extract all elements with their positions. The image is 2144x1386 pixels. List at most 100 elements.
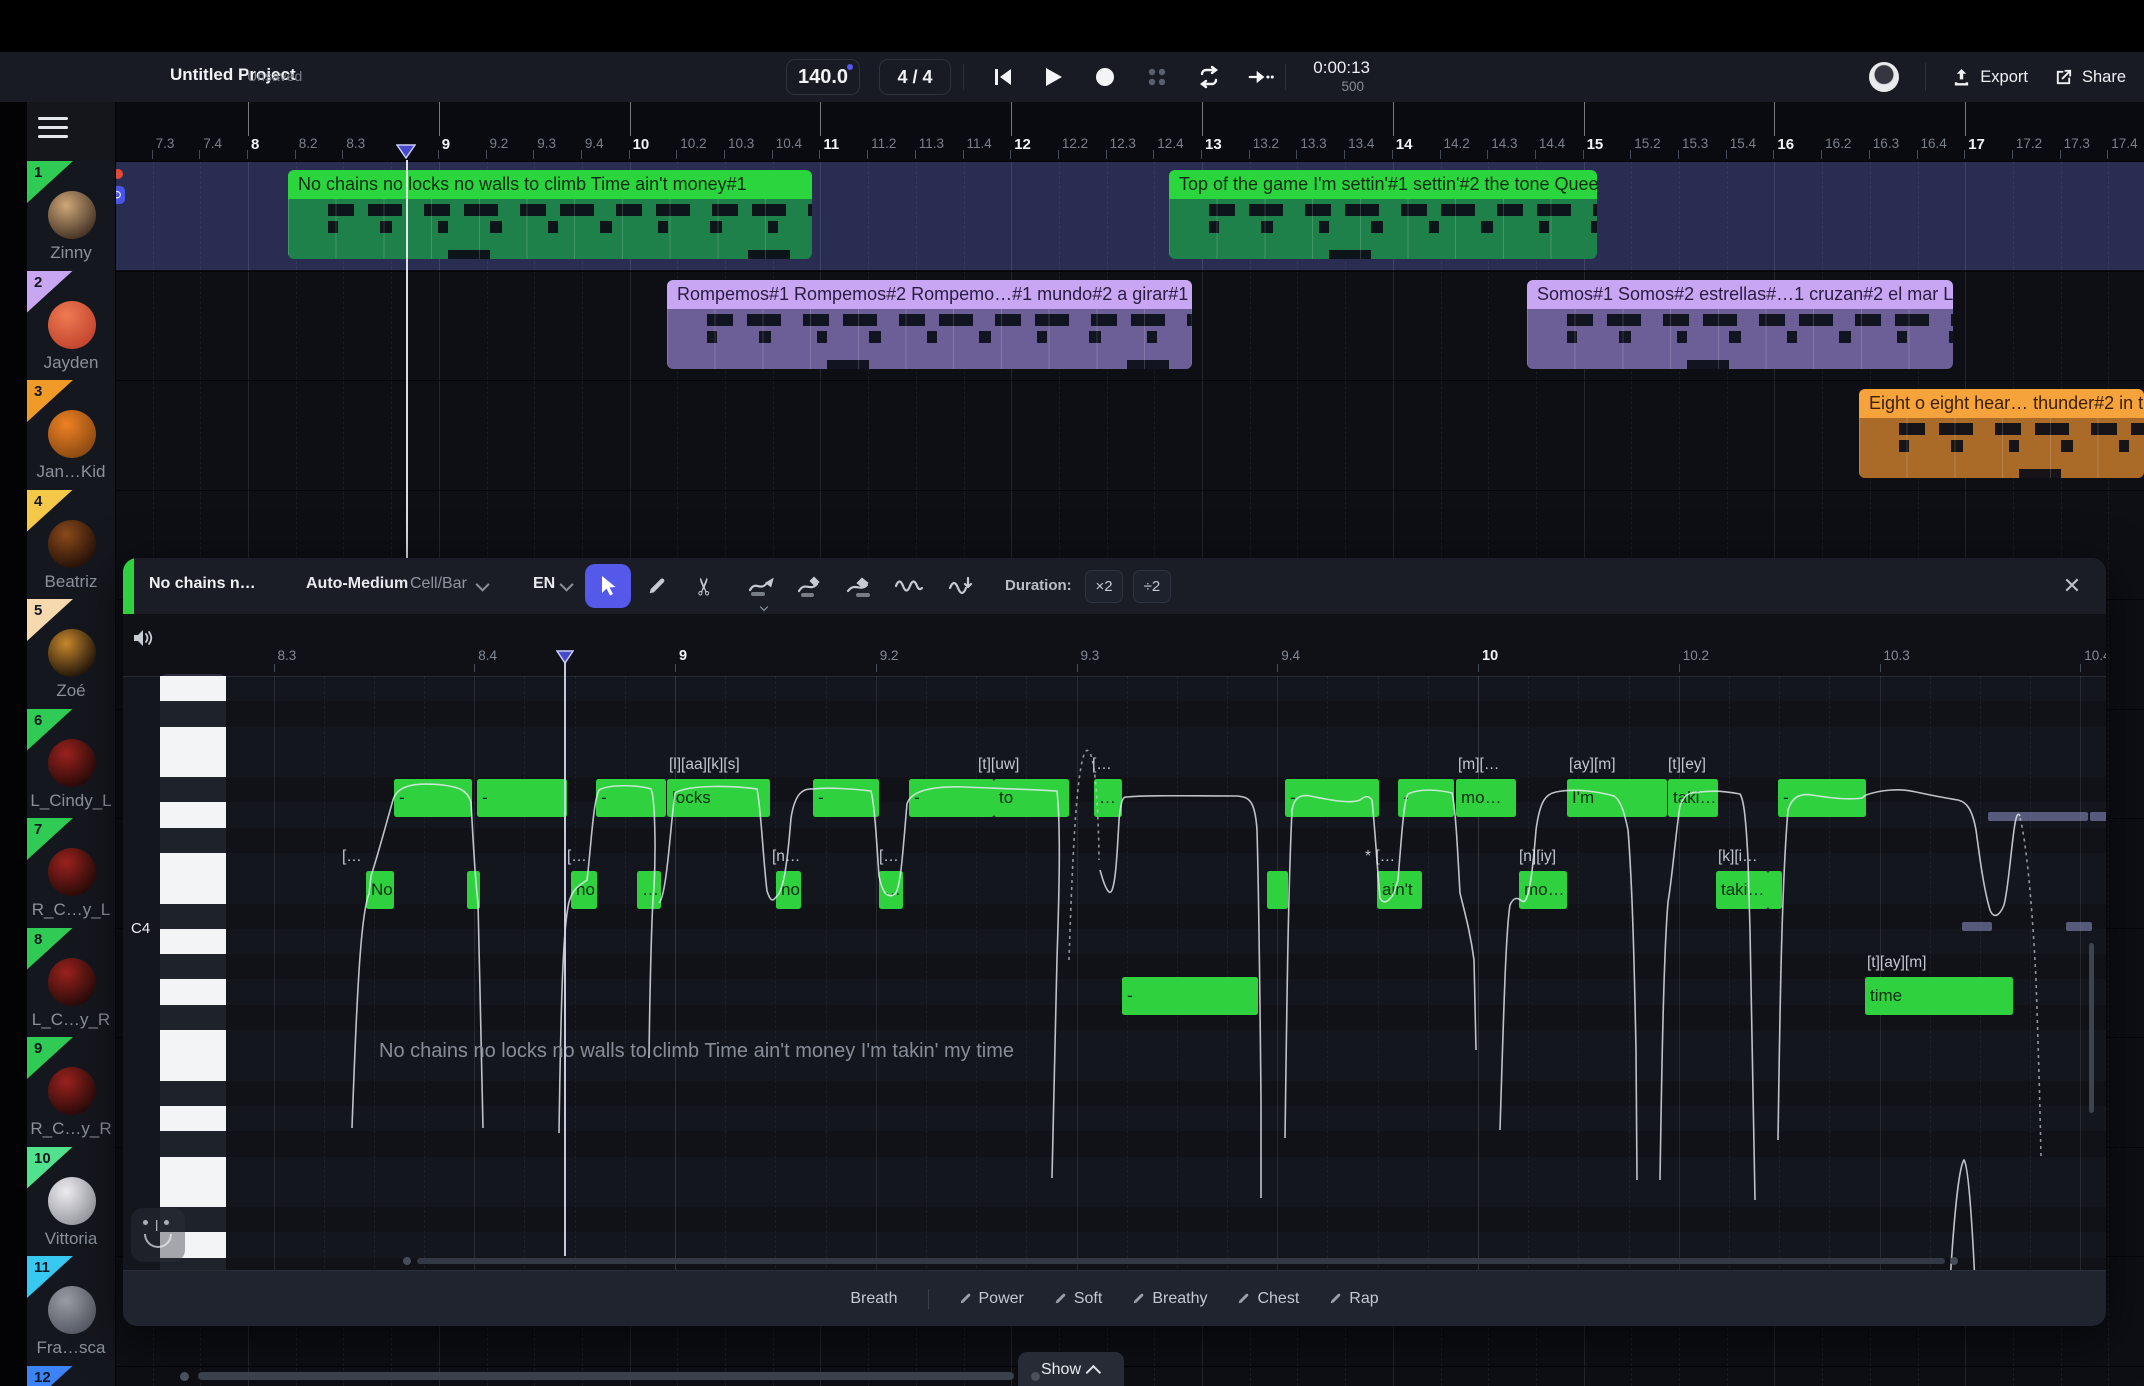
black-key[interactable] — [160, 904, 226, 929]
editor-vscrollbar[interactable] — [2089, 943, 2094, 1113]
singer-avatar[interactable] — [48, 848, 96, 896]
note[interactable]: I'm — [1567, 779, 1667, 817]
white-key[interactable] — [160, 752, 226, 778]
style-button-chest[interactable]: Chest — [1237, 1290, 1299, 1308]
editor-playhead-handle[interactable] — [556, 650, 574, 664]
note[interactable]: to — [994, 779, 1069, 817]
black-key[interactable] — [160, 828, 226, 853]
note[interactable]: - — [596, 779, 666, 817]
note[interactable]: No — [366, 871, 394, 909]
singer-avatar[interactable] — [48, 958, 96, 1006]
note[interactable]: - — [477, 779, 567, 817]
piano-keys[interactable] — [160, 676, 226, 1283]
lyric-sentence[interactable]: No chains no locks no walls to climb Tim… — [379, 1040, 1014, 1063]
white-key[interactable] — [160, 878, 226, 904]
singer-avatar[interactable] — [48, 191, 96, 239]
style-button-rap[interactable]: Rap — [1329, 1290, 1378, 1308]
timeline-clip[interactable]: No chains no locks no walls to climb Tim… — [288, 170, 812, 259]
white-key[interactable] — [160, 1030, 226, 1056]
white-key[interactable] — [160, 853, 226, 879]
sing-mode-sub[interactable]: Cell/Bar — [410, 575, 467, 593]
scissors-tool-button[interactable]: ✂ — [691, 572, 719, 600]
note[interactable]: … — [1094, 779, 1122, 817]
track-header[interactable]: 10Vittoria — [27, 1147, 115, 1258]
track-header[interactable]: 12 — [27, 1366, 115, 1386]
white-key[interactable] — [160, 727, 226, 753]
note[interactable]: - — [1285, 779, 1379, 817]
tempo-box[interactable]: 140.0 — [786, 59, 860, 95]
timeline-playhead-handle[interactable] — [396, 144, 416, 159]
editor-hscrollbar[interactable] — [403, 1256, 1958, 1266]
loop-button[interactable] — [1196, 65, 1222, 89]
white-key[interactable] — [160, 1055, 226, 1081]
black-key[interactable] — [160, 701, 226, 726]
track-header[interactable]: 2Jayden — [27, 271, 115, 382]
black-key[interactable] — [160, 1131, 226, 1156]
note[interactable] — [1267, 871, 1288, 909]
duration-div2-button[interactable]: ÷2 — [1133, 570, 1171, 603]
note[interactable]: - — [1122, 977, 1258, 1015]
pitch-erase-tool-button[interactable] — [846, 572, 874, 600]
black-key[interactable] — [160, 1005, 226, 1030]
timeline-clip[interactable]: Somos#1 Somos#2 estrellas#…1 cruzan#2 el… — [1527, 280, 1953, 369]
duration-x2-button[interactable]: ×2 — [1085, 570, 1123, 603]
timeline-clip[interactable]: Eight o eight hear… thunder#2 in the — [1859, 389, 2144, 478]
note[interactable]: - — [909, 779, 994, 817]
note[interactable]: no — [776, 871, 801, 909]
singer-avatar[interactable] — [48, 629, 96, 677]
share-button[interactable]: Share — [2054, 68, 2126, 87]
editor-ruler[interactable]: C Major 8.38.499.29.39.41010.210.310.4 — [123, 614, 2106, 677]
autoscroll-button[interactable] — [1248, 65, 1274, 89]
track-header[interactable]: 6L_Cindy_L — [27, 709, 115, 820]
close-editor-button[interactable]: ✕ — [2057, 571, 2087, 601]
singer-avatar[interactable] — [48, 410, 96, 458]
pitch-anchor-tool-button[interactable] — [797, 572, 825, 600]
language-select[interactable]: EN — [533, 575, 555, 593]
record-button[interactable] — [1092, 65, 1118, 89]
note[interactable]: … — [637, 871, 661, 909]
time-signature-box[interactable]: 4 / 4 — [879, 59, 951, 95]
vibrato-tool-button[interactable] — [895, 572, 923, 600]
note-area[interactable]: ---locks[l][aa][k][s]--to[t][uw]…[…--mo…… — [226, 676, 2106, 1283]
play-button[interactable] — [1040, 65, 1066, 89]
ruler-strip[interactable] — [115, 102, 2144, 161]
track-header[interactable]: 11Fra…sca — [27, 1256, 115, 1367]
note[interactable]: - — [394, 779, 472, 817]
note[interactable]: - — [813, 779, 879, 817]
track-header[interactable]: 3Jan…Kid — [27, 380, 115, 491]
track-header[interactable]: 5Zoé — [27, 599, 115, 710]
style-button-breath[interactable]: Breath — [850, 1290, 897, 1308]
pitch-smooth-tool-button[interactable] — [947, 572, 975, 600]
black-key[interactable] — [160, 954, 226, 979]
metronome-dots-button[interactable] — [1144, 65, 1170, 89]
black-key[interactable] — [160, 1081, 226, 1106]
note[interactable] — [1768, 871, 1782, 909]
user-avatar[interactable] — [1869, 62, 1899, 92]
singer-avatar[interactable] — [48, 739, 96, 787]
timeline-playhead-line[interactable] — [406, 160, 408, 558]
white-key[interactable] — [160, 1182, 226, 1208]
black-key[interactable] — [160, 777, 226, 802]
note[interactable]: taki… — [1668, 779, 1718, 817]
singer-avatar[interactable] — [48, 1286, 96, 1334]
sing-mode-select[interactable]: Auto-Medium — [306, 575, 408, 593]
note[interactable]: … — [879, 871, 903, 909]
white-key[interactable] — [160, 1106, 226, 1132]
white-key[interactable] — [160, 1157, 226, 1183]
track-header[interactable]: 1Zinny — [27, 161, 115, 272]
singer-avatar[interactable] — [48, 1177, 96, 1225]
white-key[interactable] — [160, 980, 226, 1006]
editor-clip-name[interactable]: No chains n… — [149, 575, 256, 593]
singer-avatar[interactable] — [48, 520, 96, 568]
white-key[interactable] — [160, 802, 226, 828]
note[interactable]: locks — [667, 779, 770, 817]
menu-icon[interactable] — [38, 117, 68, 139]
note[interactable]: - — [1398, 779, 1454, 817]
pencil-tool-button[interactable] — [643, 572, 671, 600]
cursor-tool-button[interactable] — [585, 564, 631, 608]
track-header[interactable]: 8L_C…y_R — [27, 928, 115, 1039]
note[interactable]: mo… — [1519, 871, 1567, 909]
style-button-power[interactable]: Power — [959, 1290, 1024, 1308]
skip-to-start-button[interactable] — [990, 65, 1016, 89]
track-header[interactable]: 4Beatriz — [27, 490, 115, 601]
